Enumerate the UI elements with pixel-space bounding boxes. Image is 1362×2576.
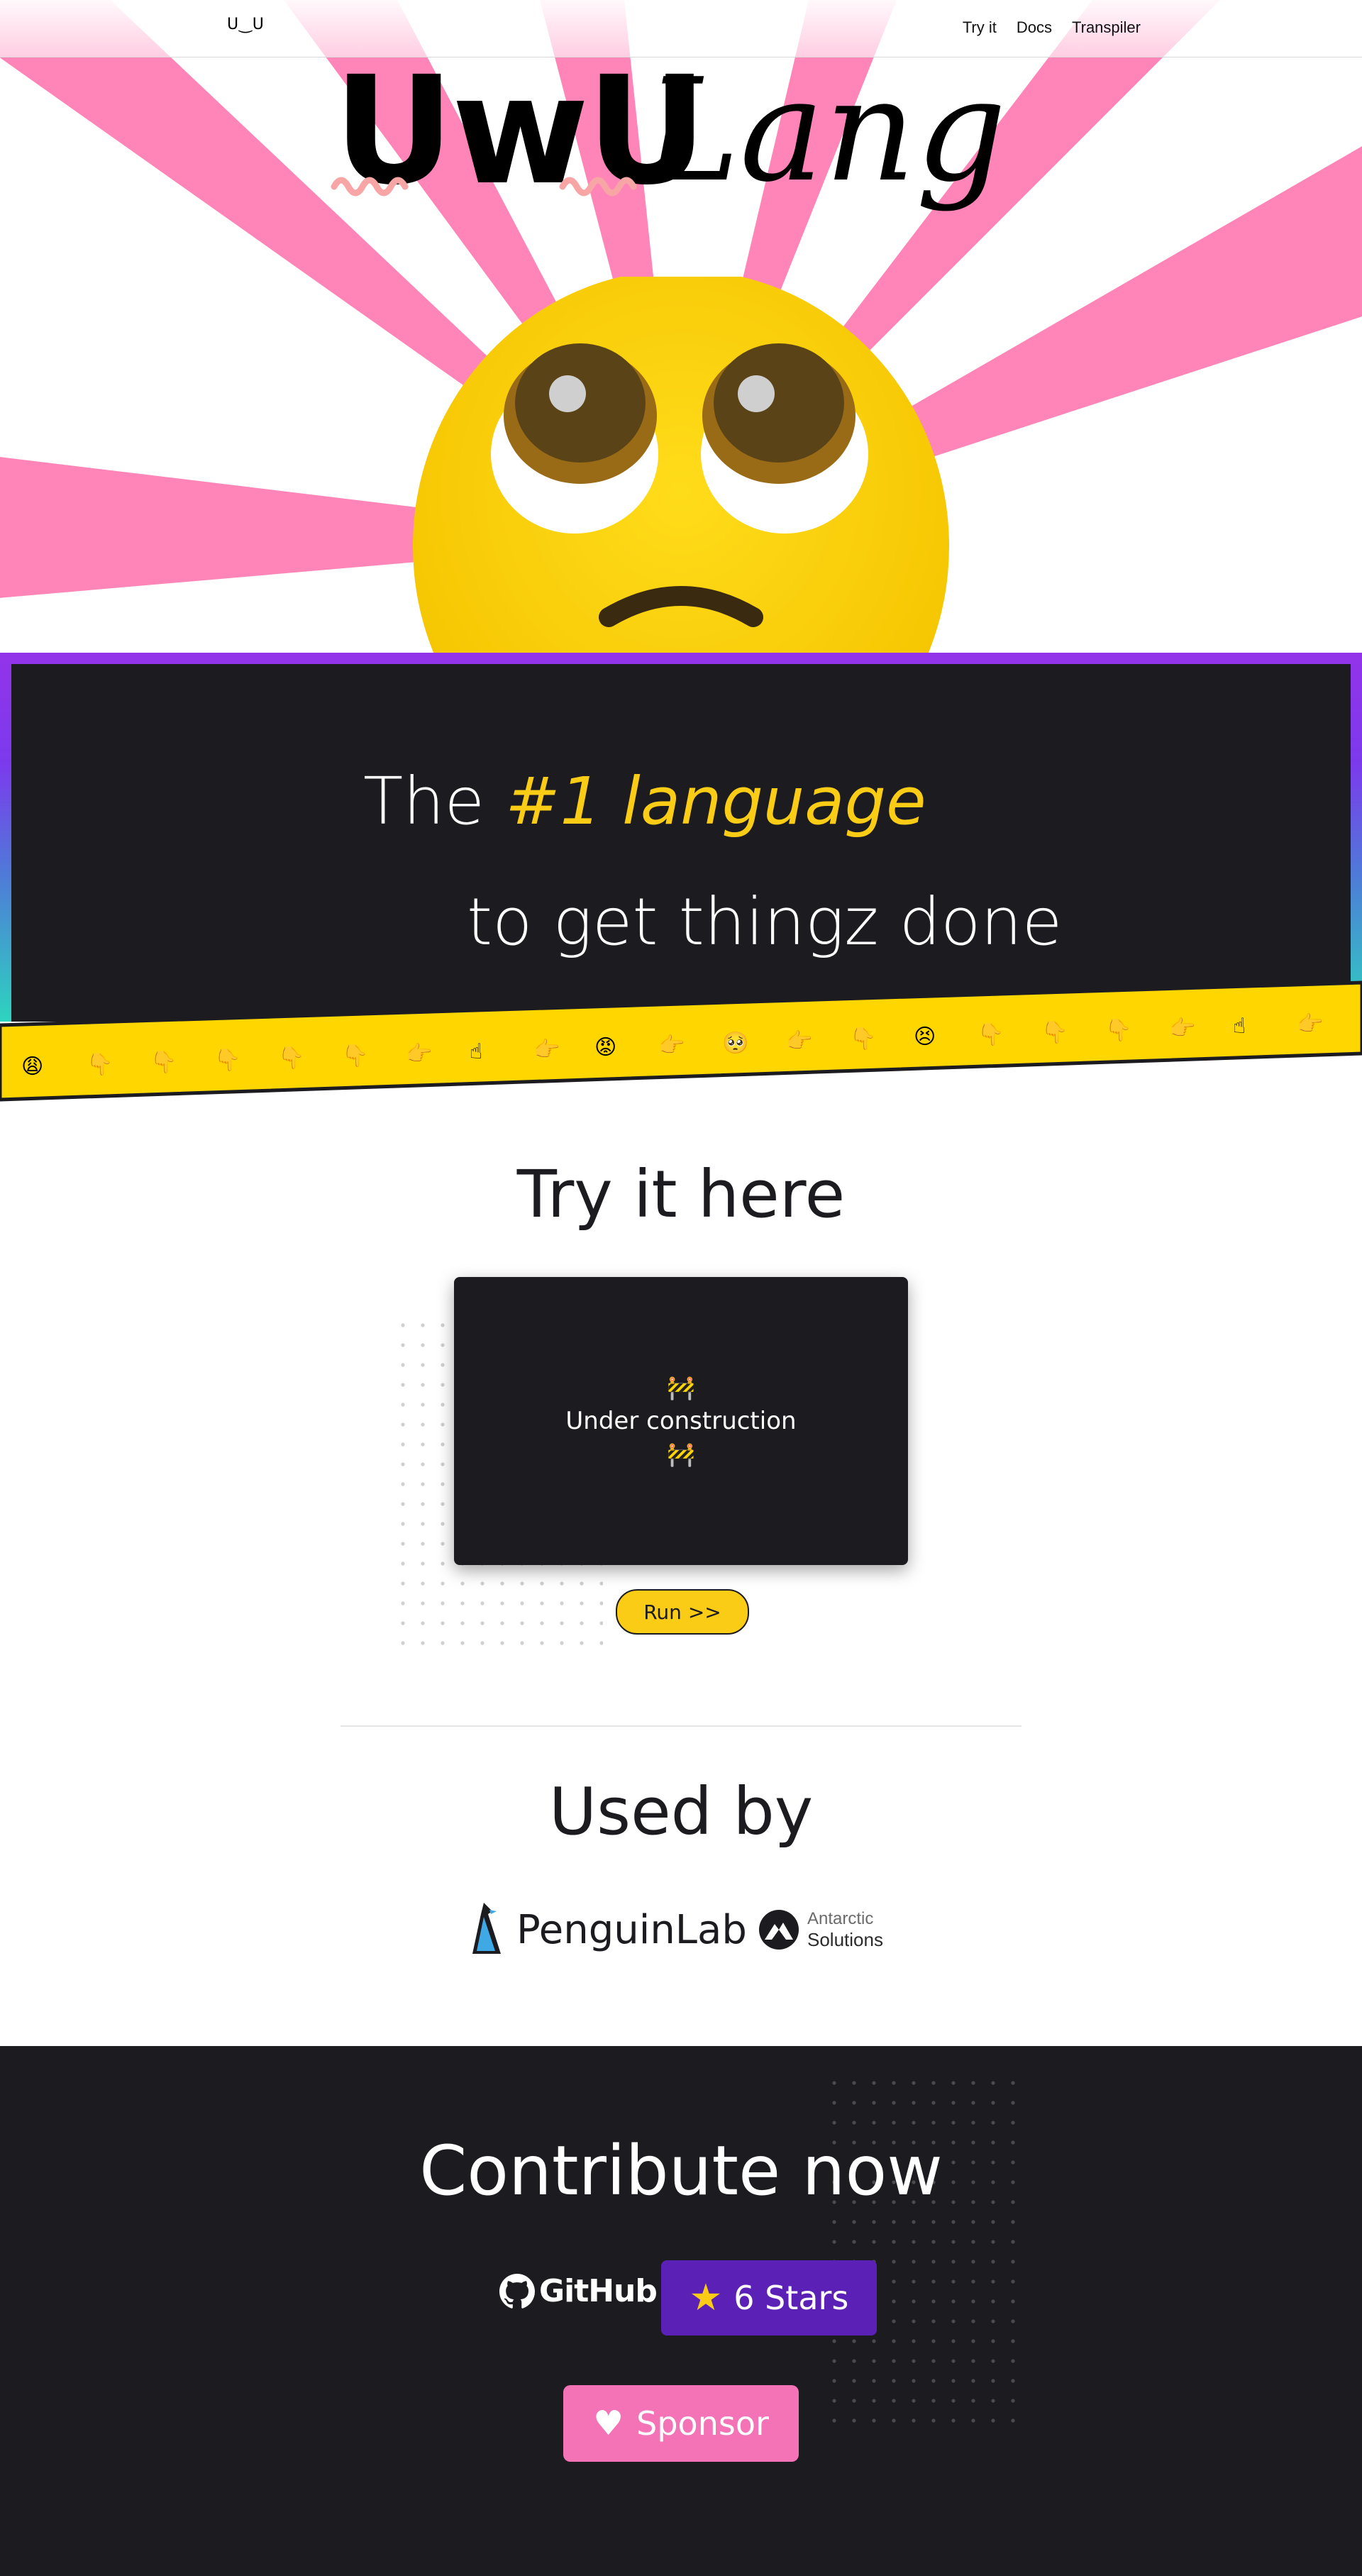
- nav-link-transpiler[interactable]: Transpiler: [1072, 18, 1141, 37]
- tape-emoji-21: 👉: [1297, 1012, 1323, 1037]
- used-by-title: Used by: [548, 1774, 814, 1850]
- hero-section: U‿U Try it Docs Transpiler UwU Lang: [0, 0, 1362, 653]
- tape-emoji-6: 👇: [342, 1044, 368, 1068]
- github-link[interactable]: GitHub: [499, 2273, 658, 2309]
- tape-emoji-18: 👇: [1105, 1018, 1131, 1043]
- company-penguinlab[interactable]: PenguinLab: [468, 1901, 747, 1958]
- code-editor-panel[interactable]: 🚧 Under construction 🚧: [454, 1277, 908, 1565]
- tape-emoji-11: 👉: [658, 1033, 685, 1058]
- tape-emoji-4: 👇: [214, 1048, 240, 1073]
- blush-left-icon: [331, 177, 409, 197]
- tagline-line-2: to get thingz done: [467, 884, 1063, 960]
- editor-status-message: Under construction: [565, 1407, 797, 1435]
- penguin-icon: [472, 1903, 501, 1954]
- hero-logo: UwU Lang: [331, 48, 1043, 214]
- github-label: GitHub: [539, 2273, 658, 2309]
- tape-emoji-7: 👉: [406, 1041, 432, 1066]
- star-icon: ★: [689, 2277, 723, 2319]
- github-stars-button[interactable]: ★ 6 Stars: [661, 2260, 877, 2335]
- dot-grid-decoration-dark: [829, 2077, 1029, 2432]
- nav-link-try-it[interactable]: Try it: [963, 18, 997, 37]
- sponsor-button[interactable]: ♥ Sponsor: [563, 2385, 799, 2462]
- company-name-penguinlab: PenguinLab: [516, 1906, 747, 1953]
- brand-logo-small[interactable]: U‿U: [227, 16, 265, 33]
- tagline-panel: The #1 language to get thingz done: [11, 664, 1351, 1022]
- tape-emoji-9: 👉: [533, 1037, 560, 1062]
- section-divider: [340, 1725, 1022, 1727]
- tagline-prefix: The: [363, 763, 506, 839]
- heart-icon: ♥: [593, 2404, 624, 2443]
- contribute-section: Contribute now GitHub ★ 6 Stars ♥ Sponso…: [0, 2046, 1362, 2576]
- construction-icon-top: 🚧: [667, 1374, 695, 1401]
- tagline-line-1: The #1 language: [363, 763, 926, 839]
- mountain-icon: [759, 1910, 799, 1950]
- tape-emoji-1: 😩: [21, 1054, 43, 1079]
- tape-emoji-12: 🥺: [722, 1031, 748, 1056]
- company-name-line-2: Solutions: [807, 1929, 883, 1950]
- top-nav-bar: U‿U Try it Docs Transpiler: [0, 0, 1362, 57]
- pleading-face-icon: [413, 277, 949, 653]
- contribute-title: Contribute now: [419, 2131, 943, 2211]
- nav-links: Try it Docs Transpiler: [963, 18, 1141, 37]
- tape-emoji-13: 👉: [786, 1029, 812, 1054]
- sponsor-label: Sponsor: [636, 2404, 769, 2443]
- tape-emoji-19: 👉: [1169, 1016, 1195, 1041]
- tagline-highlight: #1 language: [505, 763, 926, 839]
- tape-emoji-3: 👇: [150, 1050, 177, 1075]
- tape-emoji-5: 👇: [278, 1046, 304, 1071]
- nav-link-docs[interactable]: Docs: [1017, 18, 1052, 37]
- company-antarctic-solutions[interactable]: Antarctic Solutions: [758, 1908, 883, 1951]
- tape-emoji-14: 👇: [850, 1027, 876, 1051]
- logo-lang: Lang: [646, 48, 1007, 214]
- github-icon: [499, 2273, 535, 2309]
- tape-emoji-17: 👇: [1041, 1020, 1068, 1045]
- construction-icon-bottom: 🚧: [667, 1441, 695, 1468]
- emoji-tape-banner: 😩 👇 👇 👇 👇 👇 👉 ☝ 👉 😡 👉 🥺 👉 👇 😣 👇 👇 👇 👉 ☝ …: [0, 980, 1362, 1102]
- tagline-section: The #1 language to get thingz done: [0, 653, 1362, 1022]
- tape-emoji-8: ☝: [470, 1039, 482, 1064]
- company-name-antarctic: Antarctic Solutions: [807, 1909, 883, 1950]
- run-button[interactable]: Run >>: [616, 1589, 749, 1635]
- tape-emoji-2: 👇: [87, 1052, 113, 1077]
- stars-label: 6 Stars: [733, 2279, 849, 2317]
- tape-emoji-16: 👇: [978, 1022, 1004, 1047]
- tape-emoji-10: 😡: [594, 1035, 616, 1060]
- try-it-title: Try it here: [516, 1156, 846, 1232]
- blush-right-icon: [559, 177, 637, 197]
- company-name-line-1: Antarctic: [807, 1909, 874, 1928]
- tape-emoji-15: 😣: [914, 1024, 936, 1049]
- tape-emoji-20: ☝: [1233, 1014, 1246, 1039]
